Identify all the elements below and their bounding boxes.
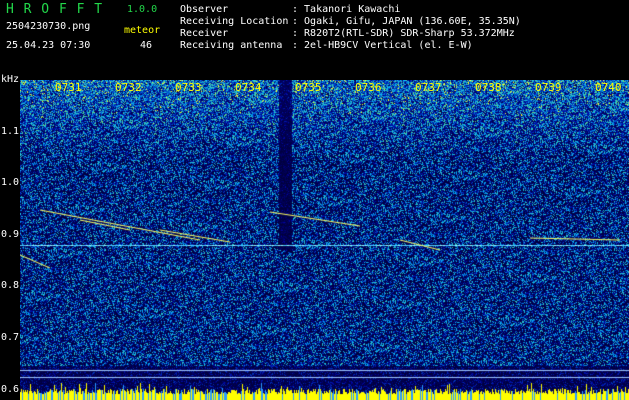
time-tick-label: 0735 <box>295 81 322 94</box>
meteor-count: 46 <box>140 40 153 51</box>
app-version: 1.0.0 <box>127 4 158 15</box>
y-tick-label: 0.8 <box>1 280 20 292</box>
date-time: 25.04.23 07:30 <box>6 40 91 51</box>
info-observer-value: : Takanori Kawachi <box>292 4 401 15</box>
time-tick-label: 0739 <box>535 81 562 94</box>
time-tick-label: 0736 <box>355 81 382 94</box>
y-tick-label: 0.9 <box>1 228 20 240</box>
info-antenna-value: : 2el-HB9CV Vertical (el. E-W) <box>292 40 473 51</box>
info-location-value: : Ogaki, Gifu, JAPAN (136.60E, 35.35N) <box>292 16 521 27</box>
time-tick-label: 0734 <box>235 81 262 94</box>
spectrogram <box>20 80 629 400</box>
time-tick-label: 0733 <box>175 81 202 94</box>
y-tick-label: 0.6 <box>1 383 20 395</box>
y-tick-label: 1.1 <box>1 125 20 137</box>
app-name: H R O F F T <box>6 2 104 17</box>
file-name: 2504230730.png <box>6 21 91 32</box>
info-location-key: Receiving Location <box>180 16 289 27</box>
info-antenna-key: Receiving antenna <box>180 40 283 51</box>
time-tick-label: 0732 <box>115 81 142 94</box>
time-tick-label: 0740 <box>595 81 622 94</box>
time-tick-label: 0738 <box>475 81 502 94</box>
info-receiver-key: Receiver <box>180 28 229 39</box>
info-receiver-value: : R820T2(RTL-SDR) SDR-Sharp 53.372MHz <box>292 28 515 39</box>
time-tick-label: 0737 <box>415 81 442 94</box>
y-axis-unit: kHz <box>1 74 20 85</box>
time-tick-label: 0731 <box>55 81 82 94</box>
meteor-label: meteor <box>124 25 161 36</box>
y-tick-label: 1.0 <box>1 177 20 189</box>
info-observer-key: Observer <box>180 4 229 15</box>
y-tick-label: 0.7 <box>1 332 20 344</box>
